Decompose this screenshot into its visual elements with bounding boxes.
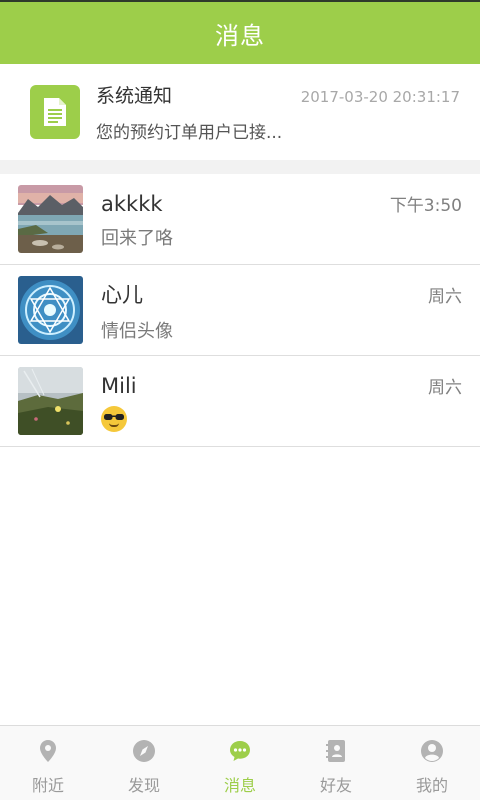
chat-text: 心儿 周六 情侣头像: [101, 279, 462, 342]
system-notice-item[interactable]: 系统通知 2017-03-20 20:31:17 您的预约订单用户已接...: [0, 64, 480, 160]
sunglasses-emoji-icon: [101, 405, 127, 432]
tab-friends[interactable]: 好友: [288, 726, 384, 800]
chat-text: Mili 周六: [101, 373, 462, 432]
message-preview: [101, 405, 462, 432]
system-notice-preview: 您的预约订单用户已接...: [96, 123, 283, 143]
messages-screen: 消息 系统通知 2017-03-20 20:31:17 您的预约订单用户已接..…: [0, 0, 480, 800]
tab-me[interactable]: 我的: [384, 726, 480, 800]
tab-label: 附近: [31, 776, 64, 795]
tab-label: 消息: [223, 776, 256, 795]
chat-item-mili[interactable]: Mili 周六: [0, 356, 480, 447]
contact-name: Mili: [101, 373, 137, 398]
magic-circle-avatar: [18, 276, 83, 344]
chat-text: akkkk 下午3:50 回来了咯: [101, 191, 462, 249]
tab-nearby[interactable]: 附近: [0, 726, 96, 800]
top-app-bar: 消息: [0, 0, 480, 64]
message-preview: 情侣头像: [101, 321, 173, 342]
location-pin-icon: [40, 740, 56, 762]
tab-discover[interactable]: 发现: [96, 726, 192, 800]
user-profile-icon: [421, 740, 443, 762]
tab-label: 发现: [127, 776, 160, 795]
system-notice-time: 2017-03-20 20:31:17: [300, 88, 460, 106]
bottom-tab-bar: 附近 发现 消息 好友 我的: [0, 725, 480, 800]
system-notice-text: 系统通知 2017-03-20 20:31:17 您的预约订单用户已接...: [96, 81, 460, 143]
chat-item-xiner[interactable]: 心儿 周六 情侣头像: [0, 265, 480, 356]
document-icon: [30, 85, 80, 139]
chat-item-akkkk[interactable]: akkkk 下午3:50 回来了咯: [0, 174, 480, 265]
message-time: 周六: [428, 377, 462, 398]
chat-bubble-icon: [230, 741, 250, 761]
tab-label: 好友: [319, 776, 352, 795]
tab-label: 我的: [415, 776, 448, 795]
contact-name: 心儿: [101, 283, 143, 307]
system-notice-title: 系统通知: [96, 85, 173, 107]
message-time: 下午3:50: [389, 195, 462, 216]
tab-messages[interactable]: 消息: [192, 726, 288, 800]
lake-landscape-avatar: [18, 185, 83, 253]
page-title: 消息: [215, 21, 265, 50]
message-time: 周六: [428, 287, 462, 307]
flower-field-avatar: [18, 367, 83, 435]
message-preview: 回来了咯: [101, 227, 173, 249]
compass-icon: [133, 740, 155, 762]
contact-name: akkkk: [101, 191, 163, 216]
section-divider: [0, 160, 480, 174]
contacts-icon: [326, 740, 345, 762]
